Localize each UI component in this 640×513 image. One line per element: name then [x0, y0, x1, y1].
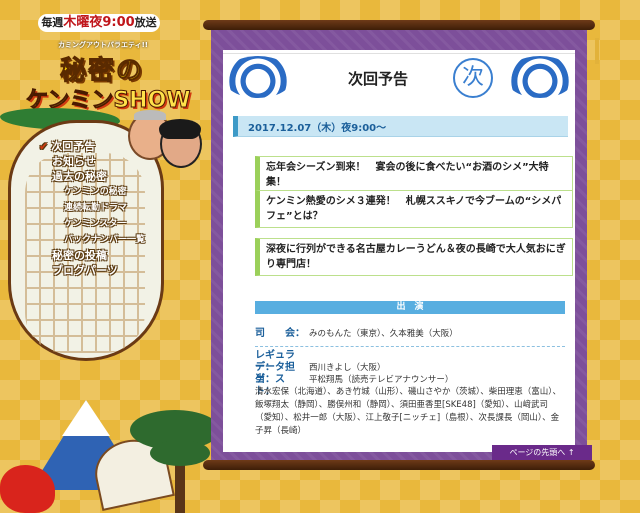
wave-ornament-left-icon — [223, 56, 293, 98]
tsugi-badge-icon: 次 — [453, 58, 493, 98]
topic-3: 深夜に行列ができる名古屋カレーうどん＆夜の長崎で大人気おにぎり専門店！ — [255, 238, 573, 276]
section-header: 次回予告 次 — [223, 50, 575, 106]
broadcast-date: 2017.12.07（木）夜9:00～ — [248, 123, 387, 134]
nav-item-blogparts[interactable]: ブログパーツ — [52, 263, 162, 278]
page-title: 次回予告 — [348, 70, 409, 88]
airtime-day: 木曜 — [63, 15, 90, 30]
wave-ornament-right-icon — [505, 56, 575, 98]
main-nav: 次回予告 お知らせ 過去の秘密 ケンミンの秘密 連続転勤ドラマ ケンミンスター … — [51, 139, 162, 278]
airtime-suffix: 放送 — [134, 16, 157, 29]
fuji-snowcap — [62, 400, 110, 436]
pine-tree-lower — [150, 440, 210, 466]
scroll-rod-bottom — [203, 460, 595, 470]
logo-subtitle: カミングアウトバラエティ!! — [58, 41, 148, 49]
cohost-face-illustration — [159, 119, 202, 168]
topic-2: ケンミン熱愛のシメ３連発！ 札幌ススキノで今ブームの“シメパフェ”とは？ — [255, 190, 573, 228]
nav-item-kenmin-star[interactable]: ケンミンスター — [52, 216, 162, 232]
broadcast-date-bar: 2017.12.07（木）夜9:00～ — [233, 116, 568, 137]
nav-item-backnumber[interactable]: バックナンバー一覧 — [52, 232, 162, 248]
host-row: 司 会： みのもんた（東京）、久本雅美（大阪） — [255, 328, 565, 340]
page-top-button[interactable]: ページの先頭へ ↑ — [492, 445, 592, 460]
scroll-tassel — [595, 38, 599, 64]
nav-item-post[interactable]: 秘密の投稿 — [52, 248, 162, 263]
sidebar: 毎週木曜夜9:00放送 カミングアウトバラエティ!! 秘密の ケンミンSHOW … — [0, 0, 220, 513]
airtime-prefix: 毎週 — [41, 16, 64, 29]
host-label: 司 会： — [255, 328, 305, 339]
nav-item-kenmin-secret[interactable]: ケンミンの秘密 — [52, 184, 162, 200]
sea-bream-illustration — [0, 465, 55, 513]
content-area: 次回予告 次 2017.12.07（木）夜9:00～ 忘年会シーズン到来！ 宴会… — [223, 50, 575, 452]
host-value: みのもんた（東京）、久本雅美（大阪） — [309, 329, 458, 339]
show-logo[interactable]: カミングアウトバラエティ!! 秘密の ケンミンSHOW — [14, 40, 192, 118]
cast-heading: 出 演 — [255, 301, 565, 314]
nav-item-past[interactable]: 過去の秘密 — [52, 169, 162, 184]
guest-list: 清水宏保（北海道）、あき竹城（山形）、磯山さやか（茨城）、柴田理恵（富山）、飯塚… — [255, 387, 562, 436]
airtime-badge: 毎週木曜夜9:00放送 — [38, 14, 160, 32]
nav-item-drama[interactable]: 連続転勤ドラマ — [52, 200, 162, 216]
topic-1: 忘年会シーズン到来！ 宴会の後に食べたい“お酒のシメ”大特集！ — [255, 156, 573, 194]
hanging-scroll-panel: 次回予告 次 2017.12.07（木）夜9:00～ 忘年会シーズン到来！ 宴会… — [203, 20, 599, 470]
airtime-time: 夜9:00 — [89, 15, 135, 30]
scroll-rod-top — [203, 20, 595, 30]
nav-item-next[interactable]: 次回予告 — [51, 139, 162, 154]
scroll-mount: 次回予告 次 2017.12.07（木）夜9:00～ 忘年会シーズン到来！ 宴会… — [211, 30, 587, 460]
nav-item-news[interactable]: お知らせ — [52, 154, 162, 169]
divider — [255, 346, 565, 347]
